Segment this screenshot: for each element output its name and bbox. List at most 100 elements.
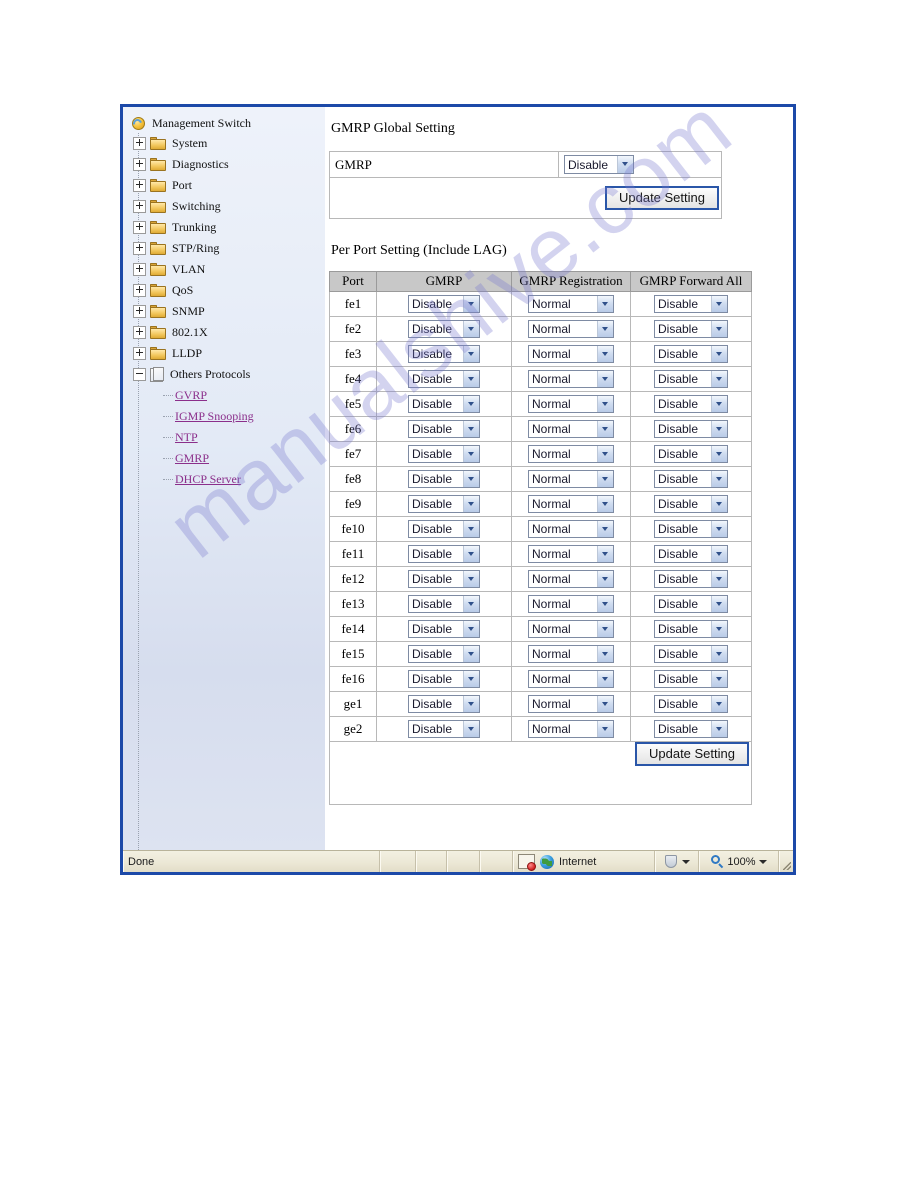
gmrp-select[interactable]: Disable	[408, 494, 480, 513]
gmrp-forward-all-select[interactable]: Disable	[654, 494, 728, 513]
expand-plus-icon[interactable]	[133, 263, 146, 276]
expand-plus-icon[interactable]	[133, 242, 146, 255]
sidebar-item-802-1x[interactable]: 802.1X	[127, 322, 325, 343]
chevron-down-icon	[597, 395, 613, 412]
gmrp-forward-all-select[interactable]: Disable	[654, 669, 728, 688]
sidebar-item-lldp[interactable]: LLDP	[127, 343, 325, 364]
gmrp-registration-select[interactable]: Normal	[528, 669, 614, 688]
update-setting-button-global[interactable]: Update Setting	[604, 186, 719, 210]
gmrp-registration-select[interactable]: Normal	[528, 319, 614, 338]
gmrp-select[interactable]: Disable	[408, 569, 480, 588]
gmrp-registration-select[interactable]: Normal	[528, 694, 614, 713]
gmrp-registration-select[interactable]: Normal	[528, 369, 614, 388]
gmrp-registration-select[interactable]: Normal	[528, 444, 614, 463]
gmrp-select[interactable]: Disable	[408, 369, 480, 388]
sidebar-item-snmp[interactable]: SNMP	[127, 301, 325, 322]
gmrp-registration-select[interactable]: Normal	[528, 619, 614, 638]
security-zone-pane[interactable]: Internet	[513, 851, 655, 872]
sidebar-link-label: DHCP Server	[175, 472, 241, 486]
gmrp-registration-cell: Normal	[511, 490, 631, 517]
expand-plus-icon[interactable]	[133, 347, 146, 360]
sidebar-item-port[interactable]: Port	[127, 175, 325, 196]
chevron-down-icon[interactable]	[758, 859, 767, 864]
expand-plus-icon[interactable]	[133, 200, 146, 213]
gmrp-select[interactable]: Disable	[408, 419, 480, 438]
gmrp-select[interactable]: Disable	[408, 319, 480, 338]
gmrp-forward-all-select[interactable]: Disable	[654, 569, 728, 588]
sidebar-item-trunking[interactable]: Trunking	[127, 217, 325, 238]
gmrp-select[interactable]: Disable	[408, 619, 480, 638]
gmrp-select[interactable]: Disable	[408, 294, 480, 313]
sidebar-link-gvrp[interactable]: GVRP	[127, 385, 325, 406]
sidebar-root-node[interactable]: Management Switch	[127, 113, 325, 133]
gmrp-select-value: Disable	[412, 621, 453, 636]
gmrp-forward-all-select[interactable]: Disable	[654, 719, 728, 738]
gmrp-select[interactable]: Disable	[408, 644, 480, 663]
zoom-level-pane[interactable]: 100%	[699, 851, 779, 872]
sidebar-link-dhcp-server[interactable]: DHCP Server	[127, 469, 325, 490]
chevron-down-icon	[597, 420, 613, 437]
gmrp-select-value: Disable	[412, 321, 453, 336]
expand-plus-icon[interactable]	[133, 137, 146, 150]
gmrp-select[interactable]: Disable	[408, 669, 480, 688]
gmrp-forward-all-select[interactable]: Disable	[654, 619, 728, 638]
sidebar-item-switching[interactable]: Switching	[127, 196, 325, 217]
sidebar-item-qos[interactable]: QoS	[127, 280, 325, 301]
gmrp-forward-all-select[interactable]: Disable	[654, 394, 728, 413]
gmrp-registration-select[interactable]: Normal	[528, 419, 614, 438]
gmrp-registration-select[interactable]: Normal	[528, 569, 614, 588]
gmrp-registration-select[interactable]: Normal	[528, 594, 614, 613]
gmrp-select[interactable]: Disable	[408, 444, 480, 463]
gmrp-select[interactable]: Disable	[408, 344, 480, 363]
expand-plus-icon[interactable]	[133, 179, 146, 192]
expand-plus-icon[interactable]	[133, 158, 146, 171]
gmrp-registration-select[interactable]: Normal	[528, 644, 614, 663]
expand-plus-icon[interactable]	[133, 284, 146, 297]
gmrp-forward-all-select[interactable]: Disable	[654, 644, 728, 663]
gmrp-forward-all-select[interactable]: Disable	[654, 544, 728, 563]
gmrp-forward-all-select[interactable]: Disable	[654, 369, 728, 388]
folder-icon	[150, 200, 166, 213]
gmrp-select[interactable]: Disable	[408, 544, 480, 563]
gmrp-forward-all-select[interactable]: Disable	[654, 319, 728, 338]
gmrp-registration-select[interactable]: Normal	[528, 394, 614, 413]
gmrp-select[interactable]: Disable	[408, 694, 480, 713]
gmrp-select[interactable]: Disable	[408, 394, 480, 413]
gmrp-select[interactable]: Disable	[408, 469, 480, 488]
expand-plus-icon[interactable]	[133, 221, 146, 234]
gmrp-forward-all-select[interactable]: Disable	[654, 519, 728, 538]
gmrp-registration-select[interactable]: Normal	[528, 294, 614, 313]
gmrp-registration-select[interactable]: Normal	[528, 719, 614, 738]
sidebar-item-diagnostics[interactable]: Diagnostics	[127, 154, 325, 175]
gmrp-forward-all-select[interactable]: Disable	[654, 294, 728, 313]
sidebar-item-stp-ring[interactable]: STP/Ring	[127, 238, 325, 259]
gmrp-forward-all-select[interactable]: Disable	[654, 694, 728, 713]
expand-plus-icon[interactable]	[133, 326, 146, 339]
gmrp-registration-select[interactable]: Normal	[528, 494, 614, 513]
gmrp-select[interactable]: Disable	[408, 594, 480, 613]
sidebar-item-system[interactable]: System	[127, 133, 325, 154]
gmrp-forward-all-select[interactable]: Disable	[654, 469, 728, 488]
gmrp-registration-select[interactable]: Normal	[528, 344, 614, 363]
gmrp-registration-select[interactable]: Normal	[528, 544, 614, 563]
expand-plus-icon[interactable]	[133, 305, 146, 318]
protected-mode-pane[interactable]	[655, 851, 699, 872]
gmrp-forward-all-select[interactable]: Disable	[654, 419, 728, 438]
gmrp-registration-select[interactable]: Normal	[528, 469, 614, 488]
collapse-minus-icon[interactable]	[133, 368, 146, 381]
gmrp-registration-select[interactable]: Normal	[528, 519, 614, 538]
gmrp-select[interactable]: Disable	[408, 519, 480, 538]
sidebar-link-gmrp[interactable]: GMRP	[127, 448, 325, 469]
sidebar-item-vlan[interactable]: VLAN	[127, 259, 325, 280]
gmrp-select[interactable]: Disable	[408, 719, 480, 738]
sidebar-item-others-protocols[interactable]: Others Protocols	[127, 364, 325, 385]
gmrp-global-select[interactable]: Disable	[564, 155, 634, 174]
chevron-down-icon[interactable]	[682, 859, 690, 864]
sidebar-link-ntp[interactable]: NTP	[127, 427, 325, 448]
window-resize-grip[interactable]	[779, 851, 793, 872]
gmrp-forward-all-select[interactable]: Disable	[654, 344, 728, 363]
sidebar-link-igmp-snooping[interactable]: IGMP Snooping	[127, 406, 325, 427]
gmrp-forward-all-select[interactable]: Disable	[654, 594, 728, 613]
gmrp-forward-all-select[interactable]: Disable	[654, 444, 728, 463]
update-setting-button-ports[interactable]: Update Setting	[634, 741, 749, 766]
